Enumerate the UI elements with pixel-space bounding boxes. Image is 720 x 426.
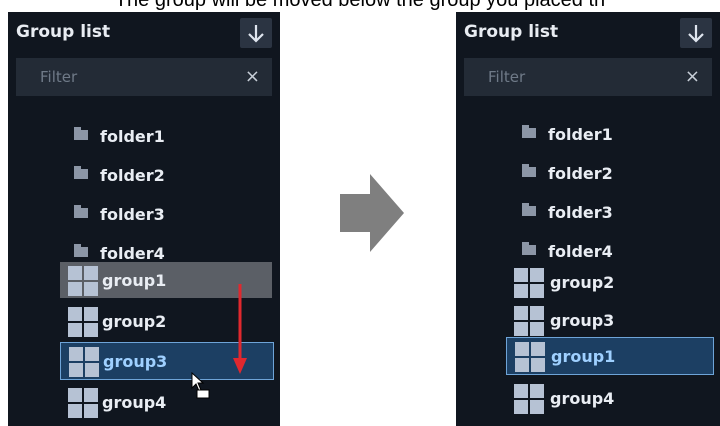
list-item[interactable]: group3: [456, 302, 720, 340]
list-item[interactable]: group4: [8, 384, 280, 422]
group-grid-icon: [514, 268, 544, 298]
drag-cursor-icon: [191, 372, 210, 399]
list-item[interactable]: folder3: [456, 194, 720, 232]
list-item-label: group2: [550, 273, 615, 292]
list-item[interactable]: group2: [456, 264, 720, 302]
group-list-title: Group list: [16, 22, 111, 42]
download-button[interactable]: [240, 18, 272, 48]
list-item-label: folder4: [548, 242, 613, 261]
close-icon[interactable]: ×: [685, 66, 700, 87]
instruction-caption: The group will be moved below the group …: [114, 0, 606, 11]
download-arrow-icon: [248, 25, 264, 43]
list-item-label: group3: [550, 311, 615, 330]
group-grid-icon: [68, 307, 98, 337]
download-button[interactable]: [680, 18, 712, 48]
group-list-header: Group list: [456, 12, 720, 52]
list-item[interactable]: folder2: [456, 155, 720, 193]
list-item-label: folder2: [100, 166, 165, 185]
list-item-label: group4: [102, 393, 167, 412]
list-item[interactable]: folder2: [8, 157, 280, 195]
folder-icon: [522, 125, 536, 138]
filter-input[interactable]: Filter ×: [16, 58, 272, 96]
close-icon[interactable]: ×: [245, 66, 260, 87]
right-arrow-icon: [340, 174, 404, 252]
filter-placeholder: Filter: [40, 68, 78, 86]
list-item-label: folder1: [548, 125, 613, 144]
list-item-label: group4: [550, 389, 615, 408]
drag-down-arrow-icon: [233, 284, 247, 374]
group-grid-icon: [515, 342, 545, 372]
list-item-label: group3: [103, 352, 168, 371]
group-list-header: Group list: [8, 12, 280, 52]
group-list-panel-before: Group list Filter × folder1 folder2 fold…: [8, 12, 280, 426]
group-grid-icon: [514, 384, 544, 414]
group-list-panel-after: Group list Filter × folder1 folder2 fold…: [456, 12, 720, 426]
group-grid-icon: [514, 306, 544, 336]
folder-icon: [74, 244, 88, 257]
list-item-label: group1: [102, 271, 167, 290]
list-item[interactable]: folder3: [8, 196, 280, 234]
list-item-label: group1: [551, 347, 616, 366]
list-item-selected[interactable]: group1: [506, 337, 714, 375]
folder-icon: [522, 203, 536, 216]
group-grid-icon: [68, 388, 98, 418]
list-item[interactable]: folder1: [456, 116, 720, 154]
list-item[interactable]: group4: [456, 380, 720, 418]
folder-icon: [74, 127, 88, 140]
list-item-label: folder1: [100, 127, 165, 146]
folder-icon: [74, 166, 88, 179]
list-item-label: folder3: [100, 205, 165, 224]
folder-icon: [522, 242, 536, 255]
list-item-label: folder2: [548, 164, 613, 183]
download-arrow-icon: [688, 25, 704, 43]
list-item-label: folder4: [100, 244, 165, 263]
folder-icon: [522, 164, 536, 177]
list-item-label: folder3: [548, 203, 613, 222]
list-item-label: group2: [102, 312, 167, 331]
filter-placeholder: Filter: [488, 68, 526, 86]
group-list-title: Group list: [464, 22, 559, 42]
folder-icon: [74, 205, 88, 218]
filter-input[interactable]: Filter ×: [464, 58, 712, 96]
list-item[interactable]: folder1: [8, 118, 280, 156]
group-grid-icon: [68, 266, 98, 296]
group-grid-icon: [69, 347, 99, 377]
